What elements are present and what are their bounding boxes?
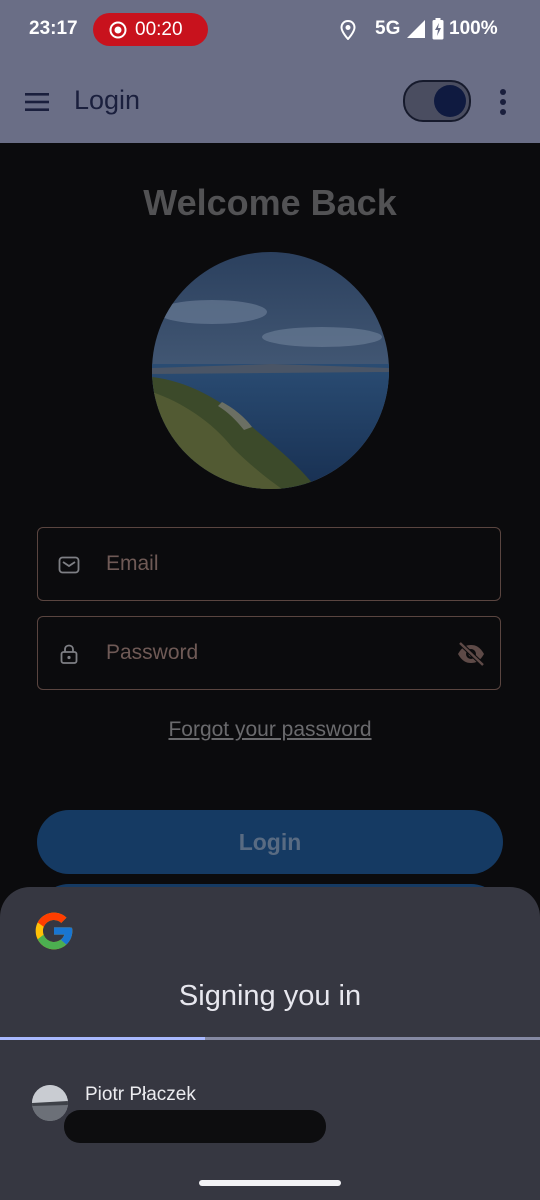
lock-icon	[60, 644, 78, 664]
hamburger-menu-icon[interactable]	[25, 92, 51, 112]
page-title: Login	[74, 85, 141, 115]
more-vert-icon[interactable]	[496, 88, 510, 116]
redacted-email	[64, 1110, 326, 1143]
login-button[interactable]: Login	[37, 810, 503, 874]
email-placeholder: Email	[106, 552, 159, 575]
toggle-knob	[434, 85, 466, 117]
recording-timer: 00:20	[135, 19, 183, 40]
screen-recording-pill[interactable]: 00:20	[93, 13, 208, 46]
status-time: 23:17	[29, 18, 78, 39]
google-g-logo	[35, 912, 73, 950]
account-avatar	[32, 1085, 68, 1121]
google-signin-sheet: Signing you in Piotr Płaczek	[0, 887, 540, 1200]
battery-percent: 100%	[449, 18, 498, 39]
record-icon	[109, 21, 127, 39]
forgot-password-link[interactable]: Forgot your password	[0, 718, 540, 742]
network-type: 5G	[375, 18, 401, 39]
coastline-image	[152, 252, 389, 489]
email-field[interactable]: Email	[37, 527, 501, 601]
progress-fill	[0, 1037, 206, 1040]
signin-progress-bar	[0, 1037, 540, 1040]
signal-icon	[407, 20, 425, 38]
home-indicator[interactable]	[199, 1180, 341, 1186]
theme-toggle[interactable]	[403, 80, 471, 122]
battery-charging-icon	[432, 18, 444, 40]
location-icon	[340, 20, 356, 40]
profile-photo	[152, 252, 389, 489]
signing-in-title: Signing you in	[178, 980, 362, 1012]
password-placeholder: Password	[106, 641, 199, 664]
password-field[interactable]: Password	[37, 616, 501, 690]
visibility-off-icon[interactable]	[456, 641, 486, 667]
app-bar: Login	[0, 60, 540, 143]
welcome-heading: Welcome Back	[143, 182, 397, 223]
account-name: Piotr Płaczek	[85, 1084, 196, 1105]
status-bar: 23:17 00:20 5G 100%	[0, 0, 540, 60]
mail-icon	[58, 556, 80, 574]
